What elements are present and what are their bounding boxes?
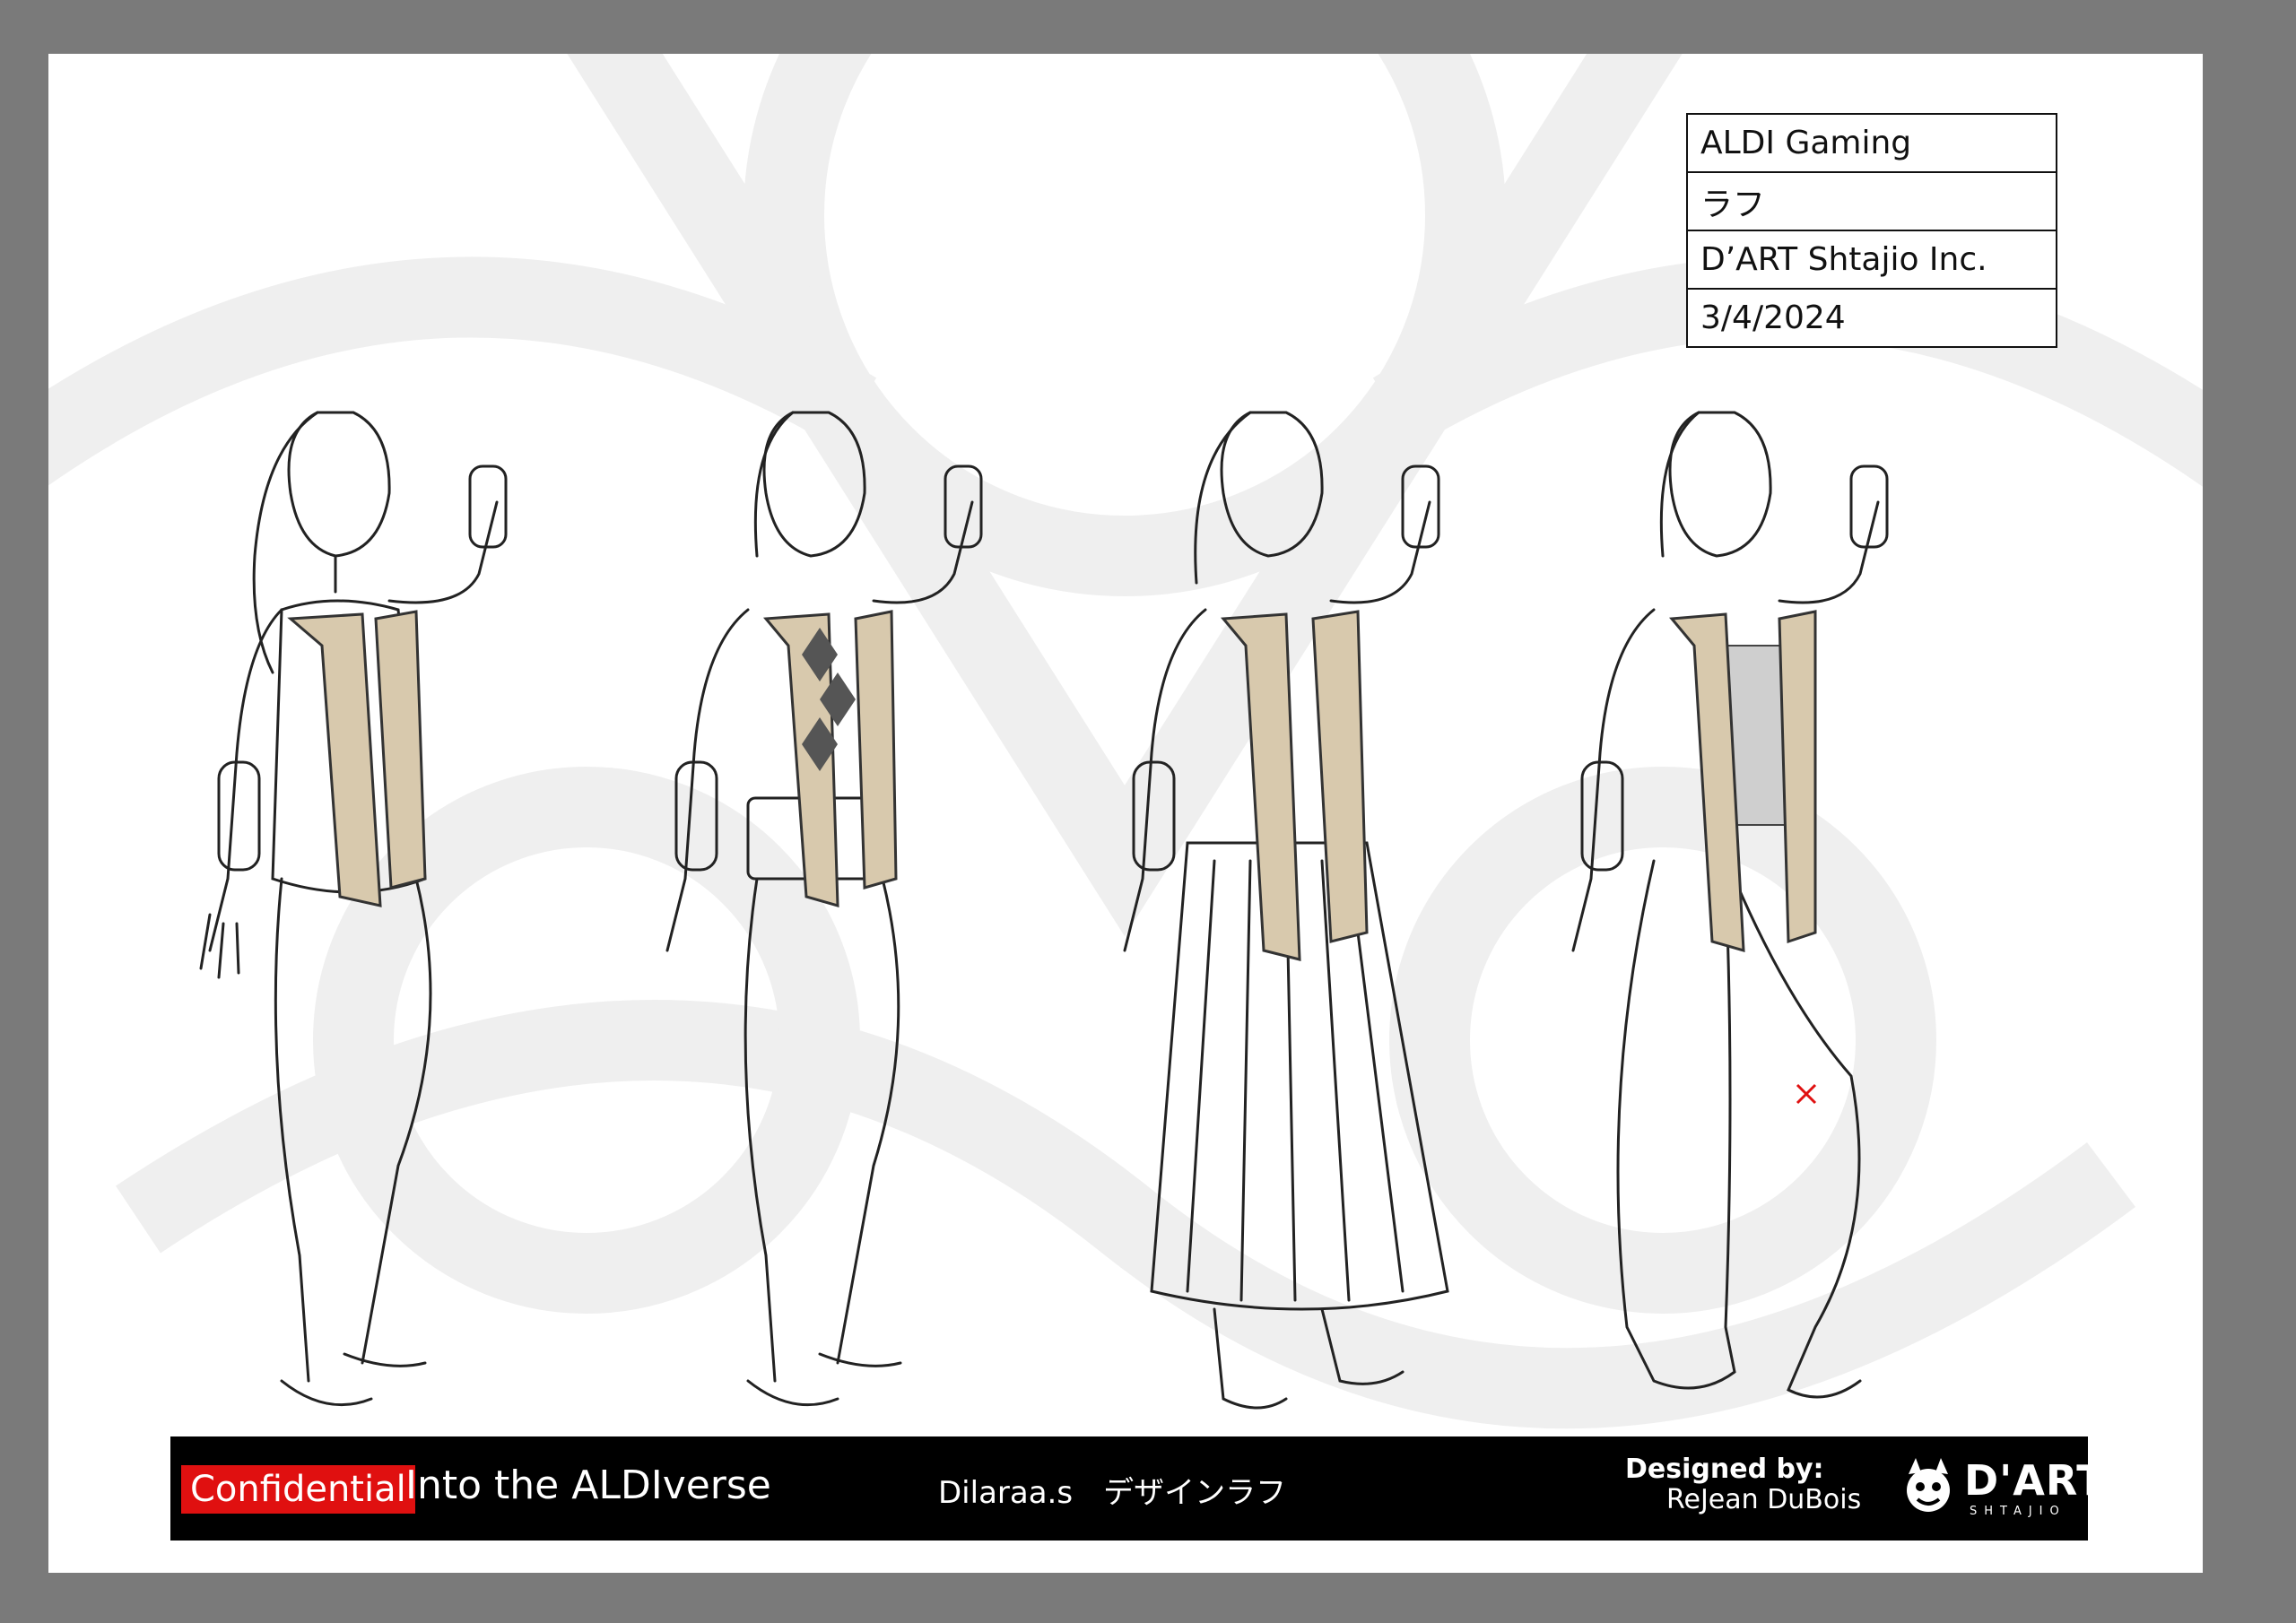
logo-wordmark: D'ART [1964,1456,2106,1505]
confidential-label: Confidential [181,1465,415,1514]
character-sheet: ALDI Gaming ラフ D’ART Shtajio Inc. 3/4/20… [48,54,2203,1573]
studio-cell: D’ART Shtajio Inc. [1686,230,2057,290]
client-cell: ALDI Gaming [1686,113,2057,173]
title-block: ALDI Gaming ラフ D’ART Shtajio Inc. 3/4/20… [1686,113,2057,348]
design-title: Dilaraa.s デザインラフ [938,1475,1287,1511]
figure-4-sketch [1571,411,1889,1399]
project-title: Into the ALDIverse [405,1462,771,1508]
designer-name: ReJean DuBois [1666,1484,1862,1515]
mascot-icon [1907,1458,1950,1512]
figure-3-sketch [1123,411,1449,1410]
date-cell: 3/4/2024 [1686,288,2057,348]
stage-cell: ラフ [1686,171,2057,231]
studio-logo: D'ART SHTAJIO [1900,1456,2105,1523]
designed-by-label: Designed by: [1625,1454,1824,1485]
logo-subtitle: SHTAJIO [1970,1505,2066,1518]
figure-1-sketch [199,411,508,1407]
figure-2-sketch [665,411,983,1407]
footer-bar: Confidential Into the ALDIverse Dilaraa.… [170,1436,2105,1541]
